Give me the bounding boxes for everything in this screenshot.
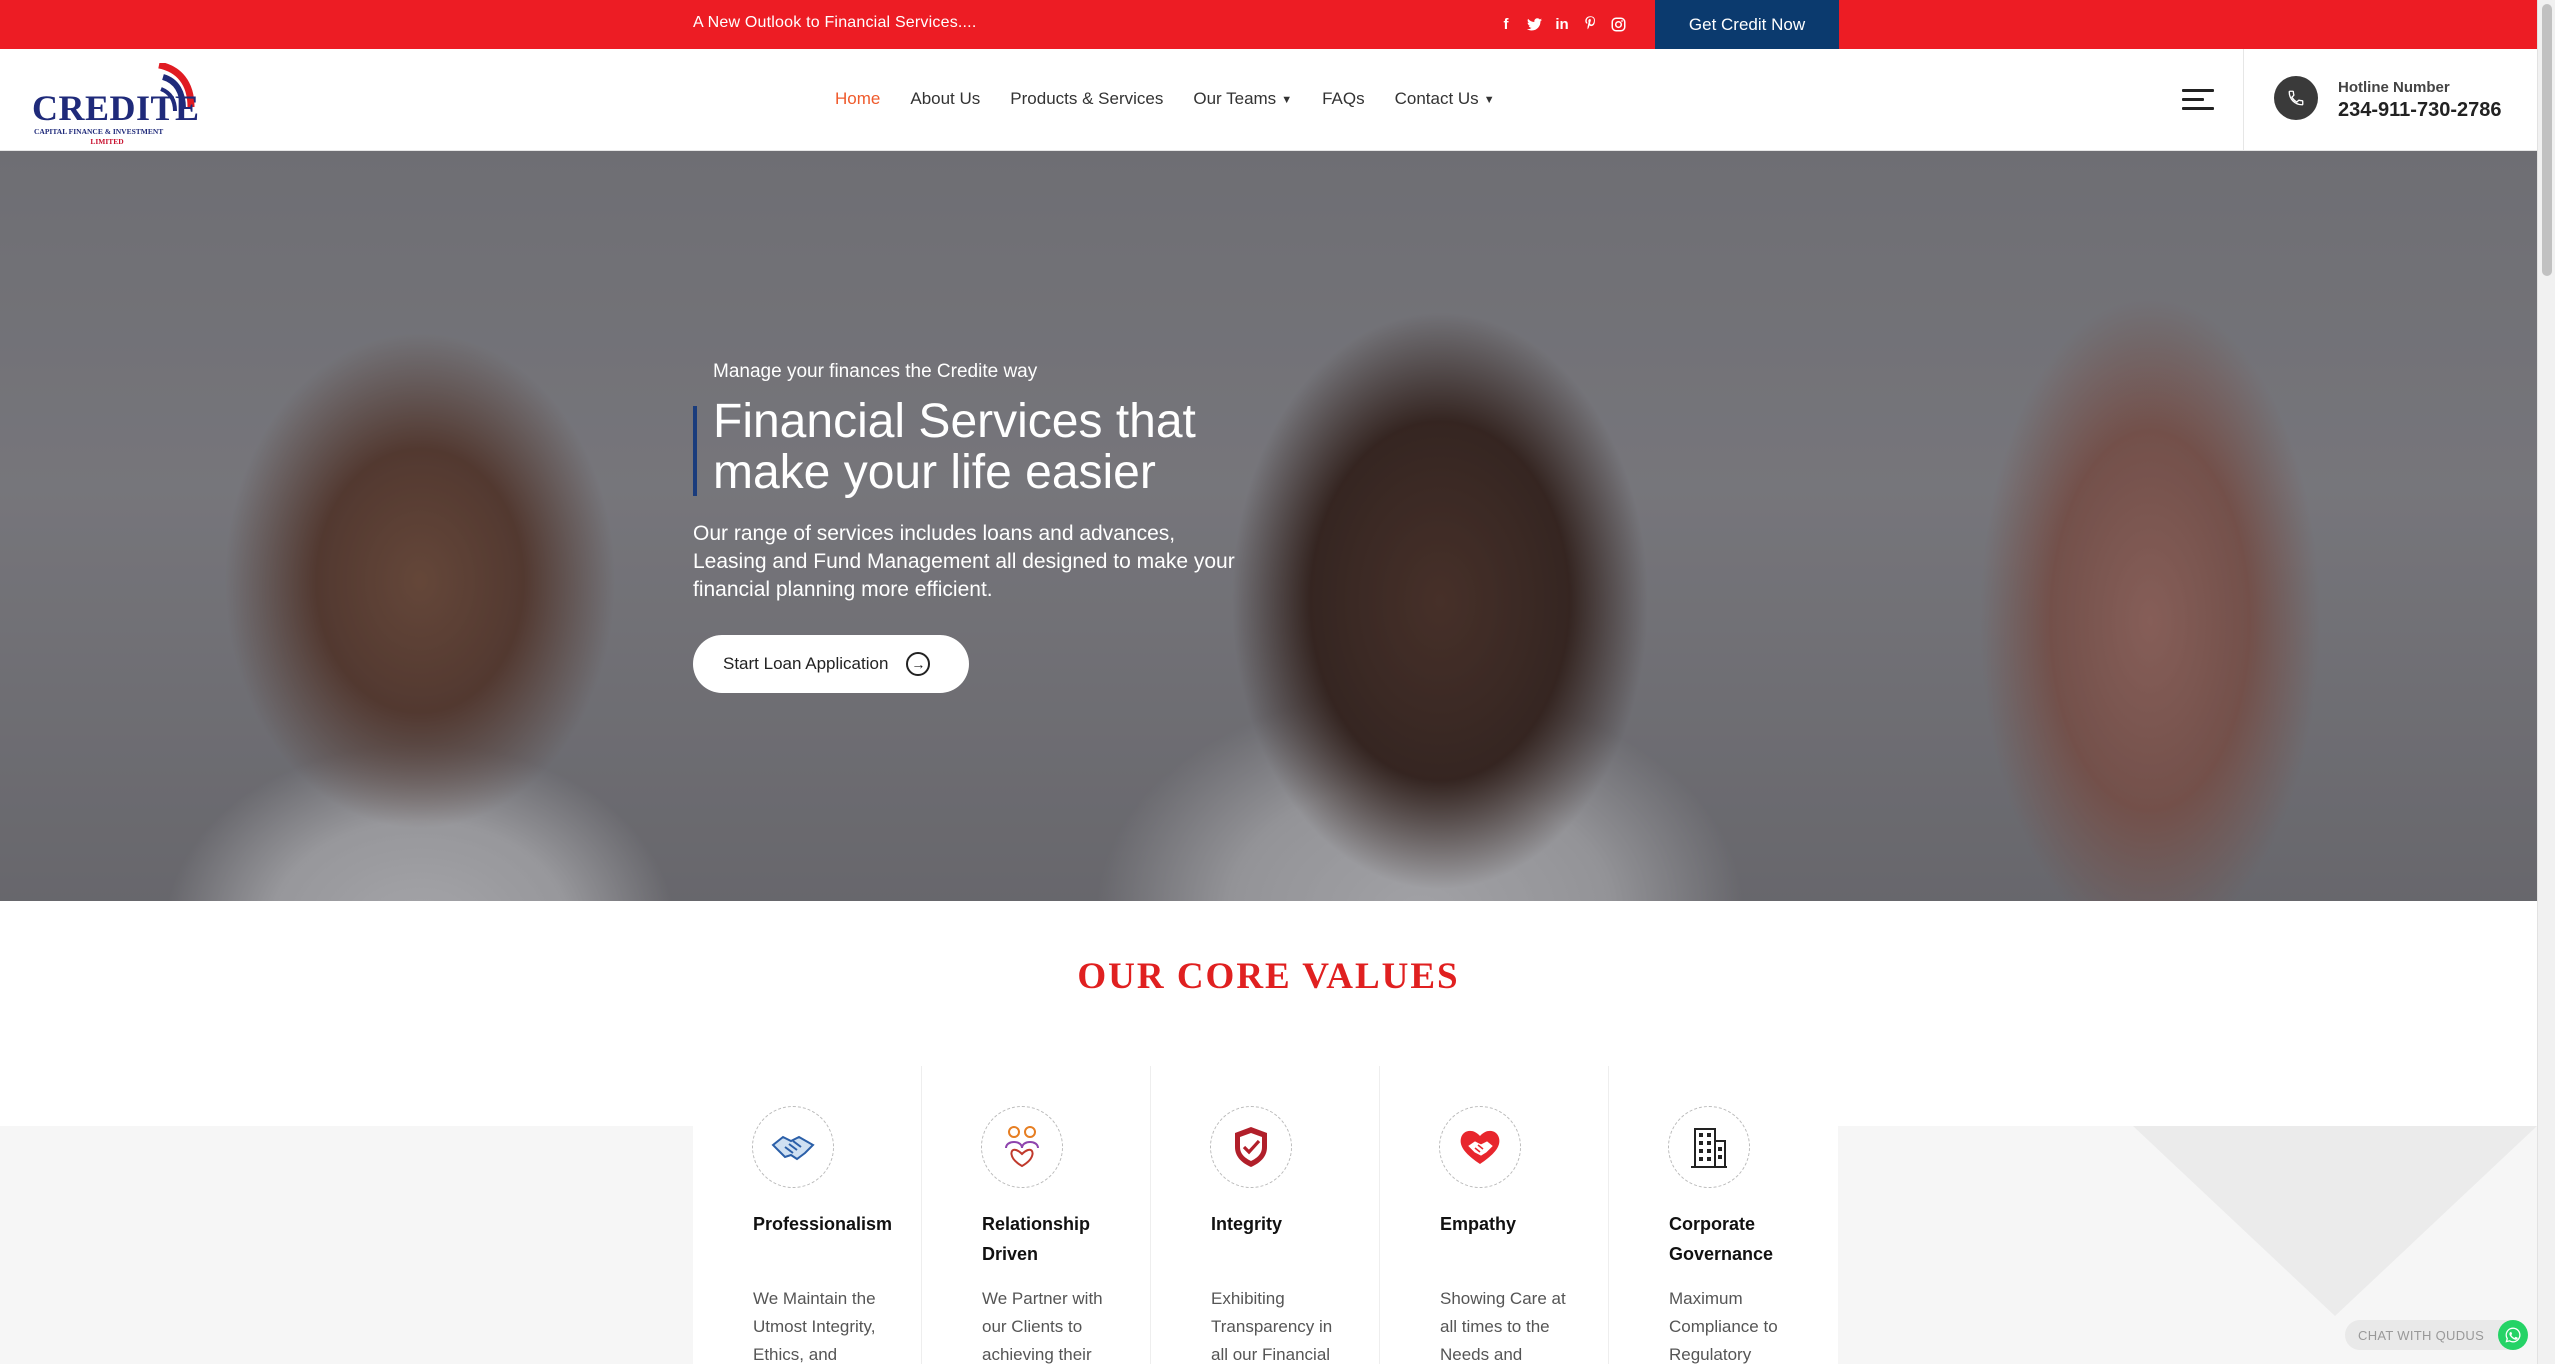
start-loan-application-label: Start Loan Application [723, 654, 889, 673]
twitter-icon[interactable] [1525, 13, 1543, 35]
nav-products-services-label: Products & Services [1010, 89, 1164, 108]
hotline-number[interactable]: 234-911-730-2786 [2338, 99, 2501, 122]
top-bar: A New Outlook to Financial Services.... … [0, 0, 2555, 49]
social-links: f in [1497, 13, 1627, 35]
core-values-title: OUR CORE VALUES [1077, 956, 1460, 997]
decorative-triangle [2133, 1126, 2537, 1316]
core-value-card-corporate-governance: Corporate Governance Maximum Compliance … [1609, 1066, 1838, 1364]
core-value-card-relationship-driven: Relationship Driven We Partner with our … [922, 1066, 1151, 1364]
logo-subtitle-limited: LIMITED [90, 137, 124, 146]
core-values-cards: Professionalism We Maintain the Utmost I… [693, 1066, 1839, 1364]
core-value-card-empathy: Empathy Showing Care at all times to the… [1380, 1066, 1609, 1364]
shield-check-icon [1210, 1106, 1292, 1188]
hero-section: Manage your finances the Credite way Fin… [0, 151, 2537, 901]
nav-contact-us[interactable]: Contact Us ▼ [1395, 89, 1495, 109]
core-value-text: We Maintain the Utmost Integrity, Ethics… [753, 1289, 876, 1364]
page-scrollbar[interactable] [2537, 0, 2555, 1364]
arrow-right-icon: → [906, 652, 931, 676]
top-bar-tagline: A New Outlook to Financial Services.... [693, 14, 977, 31]
heart-handshake-icon [1439, 1106, 1521, 1188]
nav-faqs[interactable]: FAQs [1322, 89, 1365, 109]
core-value-title: Empathy [1440, 1214, 1517, 1234]
nav-faqs-label: FAQs [1322, 89, 1365, 108]
core-value-title: Integrity [1211, 1214, 1283, 1234]
core-value-text: Maximum Compliance to Regulatory [1669, 1289, 1778, 1364]
building-icon [1668, 1106, 1750, 1188]
chat-widget[interactable]: CHAT WITH QUDUS [2345, 1320, 2529, 1350]
chevron-down-icon: ▼ [1281, 94, 1293, 106]
core-value-text: Showing Care at all times to the Needs a… [1440, 1289, 1566, 1364]
scrollbar-thumb[interactable] [2542, 4, 2552, 276]
core-value-title: Professionalism [753, 1214, 893, 1234]
nav-about-us[interactable]: About Us [910, 89, 980, 109]
nav-our-teams-label: Our Teams [1193, 89, 1277, 108]
hero-description: Our range of services includes loans and… [693, 522, 1235, 601]
core-value-card-integrity: Integrity Exhibiting Transparency in all… [1151, 1066, 1380, 1364]
nav-products-services[interactable]: Products & Services [1010, 89, 1163, 109]
nav-about-us-label: About Us [910, 89, 981, 108]
hero-title: Financial Services that make your life e… [713, 395, 1196, 499]
main-header: CREDITE CAPITAL FINANCE & INVESTMENT LIM… [0, 49, 2537, 151]
facebook-icon[interactable]: f [1497, 13, 1515, 35]
core-value-card-professionalism: Professionalism We Maintain the Utmost I… [693, 1066, 922, 1364]
core-value-title: Relationship Driven [982, 1214, 1091, 1264]
nav-home-label: Home [835, 89, 881, 108]
phone-icon [2274, 76, 2318, 120]
pinterest-icon[interactable] [1581, 13, 1599, 35]
hero-kicker: Manage your finances the Credite way [713, 361, 1038, 382]
logo-wordmark: CREDITE [32, 88, 200, 128]
core-value-title: Corporate Governance [1669, 1214, 1774, 1264]
hotline-label: Hotline Number [2338, 79, 2450, 96]
get-credit-now-button[interactable]: Get Credit Now [1655, 0, 1839, 49]
header-divider [2243, 49, 2244, 151]
nav-home[interactable]: Home [835, 89, 880, 109]
logo-subtitle: CAPITAL FINANCE & INVESTMENT [34, 127, 164, 136]
menu-icon[interactable] [2182, 89, 2214, 113]
whatsapp-icon[interactable] [2498, 1320, 2529, 1350]
nav-our-teams[interactable]: Our Teams ▼ [1193, 89, 1292, 109]
handshake-icon [752, 1106, 834, 1188]
chat-label: CHAT WITH QUDUS [2358, 1327, 2485, 1343]
linkedin-icon[interactable]: in [1553, 13, 1571, 35]
core-value-text: We Partner with our Clients to achieving… [982, 1289, 1103, 1364]
credite-logo[interactable]: CREDITE CAPITAL FINANCE & INVESTMENT LIM… [32, 63, 202, 146]
hero-title-accent-bar [693, 406, 697, 496]
core-value-text: Exhibiting Transparency in all our Finan… [1211, 1289, 1333, 1364]
start-loan-application-button[interactable]: Start Loan Application → [693, 635, 969, 693]
instagram-icon[interactable] [1609, 13, 1627, 35]
hero-photo-overlay [0, 151, 2537, 901]
people-heart-icon [981, 1106, 1063, 1188]
nav-contact-us-label: Contact Us [1394, 89, 1479, 108]
chevron-down-icon: ▼ [1483, 94, 1495, 106]
main-nav: Home About Us Products & Services Our Te… [835, 89, 1495, 109]
